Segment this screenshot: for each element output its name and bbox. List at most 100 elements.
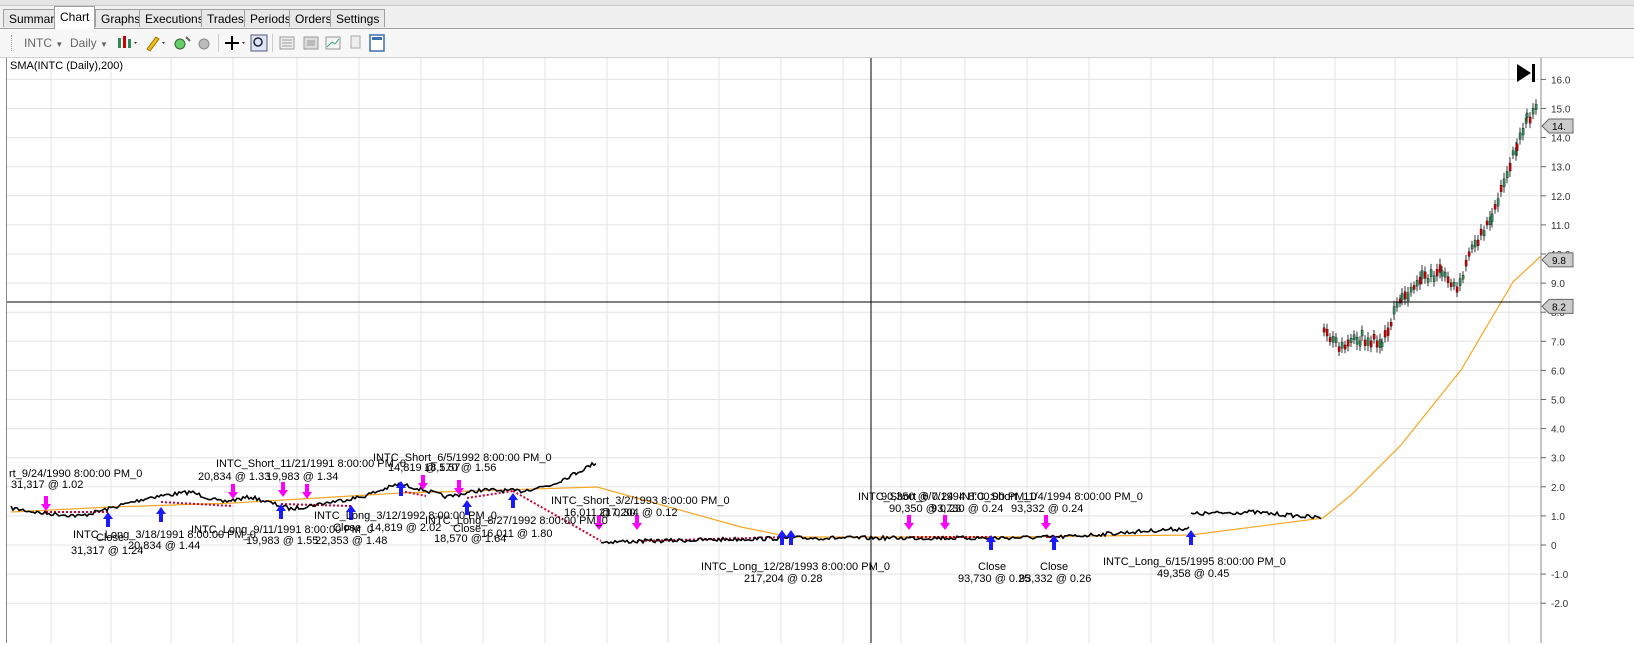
sell-arrow-icon[interactable] [302, 484, 312, 499]
buy-arrow-icon[interactable] [1186, 530, 1196, 545]
candle [1358, 340, 1362, 347]
candle [1521, 127, 1525, 136]
price-chart[interactable]: SMA(INTC (Daily),200) rt_9/24/1990 8:00:… [7, 58, 1634, 643]
candle [1435, 269, 1439, 277]
chart-toolbar: INTC ▼ Daily ▼ [0, 29, 1634, 58]
sell-arrow-icon[interactable] [940, 515, 950, 530]
window-top-strip [0, 0, 1634, 6]
candle [1467, 251, 1471, 257]
trade-annotation: 22,353 @ 1.48 [315, 535, 387, 547]
candle [1349, 337, 1353, 343]
candle [1452, 282, 1456, 287]
chart-panel[interactable]: SMA(INTC (Daily),200) rt_9/24/1990 8:00:… [6, 58, 1634, 643]
candle [1389, 322, 1393, 327]
tab-trades[interactable]: Trades [201, 9, 250, 27]
chart-style-icon[interactable] [116, 34, 140, 52]
candle [1482, 230, 1486, 237]
data-box-icon[interactable] [368, 34, 386, 52]
y-tick-label: 7.0 [1551, 337, 1565, 348]
y-tick-label: 0 [1551, 541, 1557, 552]
pencil-icon[interactable] [144, 34, 168, 52]
chart-grid [7, 58, 1541, 643]
candle [1476, 239, 1480, 246]
candle [1423, 271, 1427, 279]
candle [1395, 301, 1399, 308]
chart-trader-icon[interactable] [324, 34, 342, 52]
trade-annotation: INTC_Long_12/28/1993 8:00:00 PM_0 [701, 561, 890, 573]
y-tick-label: 1.0 [1551, 512, 1565, 523]
y-tick-label: 15.0 [1551, 105, 1571, 116]
buy-arrow-icon[interactable] [508, 493, 518, 508]
sell-arrow-icon[interactable] [228, 484, 238, 499]
candle [1380, 342, 1384, 347]
trade-line [400, 490, 427, 497]
candle [1412, 285, 1416, 290]
candle [1505, 171, 1509, 179]
tab-settings[interactable]: Settings [330, 9, 386, 27]
sell-arrow-icon[interactable] [454, 480, 464, 495]
instrument-selector[interactable]: INTC ▼ [24, 29, 63, 57]
price-axis: 16.015.014.013.012.011.010.09.08.07.06.0… [1540, 58, 1634, 643]
toolbar-separator [272, 34, 273, 52]
candle [1409, 286, 1413, 293]
candle [1340, 342, 1344, 349]
crosshair-icon[interactable] [224, 34, 248, 52]
trade-annotation: 93,332 @ 0.26 [1019, 573, 1091, 585]
candle [1518, 132, 1522, 140]
copy-icon[interactable] [346, 34, 364, 52]
toolbar-separator [218, 34, 219, 52]
sma-line [10, 255, 1542, 538]
y-tick-label: 2.0 [1551, 483, 1565, 494]
candle [1400, 293, 1404, 301]
templates-icon[interactable] [302, 34, 320, 52]
y-tick-label: -1.0 [1551, 570, 1569, 581]
candle [1499, 185, 1503, 192]
tab-executions[interactable]: Executions [139, 9, 210, 27]
candle [1328, 337, 1332, 342]
candle [1346, 339, 1350, 347]
candle [1420, 270, 1424, 279]
period-selector[interactable]: Daily ▼ [70, 29, 108, 57]
candle [1355, 336, 1359, 345]
trade-annotation: Close [1040, 561, 1068, 573]
trade-annotation: 217,204 @ 0.12 [599, 507, 677, 519]
sell-arrow-icon[interactable] [418, 475, 428, 490]
trade-annotation: 20,834 @ 1.44 [128, 540, 200, 552]
sell-arrow-icon[interactable] [41, 496, 51, 511]
properties-icon[interactable] [278, 34, 296, 52]
candle [1406, 292, 1410, 301]
trade-annotation: 19,983 @ 1.55 [246, 535, 318, 547]
candle [1470, 244, 1474, 250]
candle [1366, 337, 1370, 346]
toolbar-grip [11, 35, 14, 51]
candle [1322, 327, 1326, 333]
candle [1375, 340, 1379, 348]
candle [1473, 240, 1477, 248]
candle [1392, 306, 1396, 315]
sell-arrow-icon[interactable] [904, 515, 914, 530]
candle [1534, 103, 1538, 110]
add-indicator-icon[interactable] [172, 34, 196, 52]
candle [1372, 334, 1376, 340]
chevron-down-icon: ▼ [100, 40, 108, 49]
trade-annotation: INTC_Long_6/15/1995 8:00:00 PM_0 [1103, 556, 1286, 568]
candle [1490, 213, 1494, 222]
remove-indicator-icon[interactable] [196, 34, 214, 52]
candle [1458, 278, 1462, 286]
tab-chart[interactable]: Chart [54, 6, 96, 29]
buy-arrow-icon[interactable] [156, 507, 166, 522]
price-marker-label: 9.8 [1552, 256, 1566, 267]
zoom-icon[interactable] [250, 34, 268, 52]
candle [1493, 204, 1497, 210]
candle [1415, 280, 1419, 287]
sell-arrow-icon[interactable] [1041, 515, 1051, 530]
indicator-label: SMA(INTC (Daily),200) [10, 60, 123, 72]
candle [1363, 339, 1367, 346]
candle [1502, 178, 1506, 187]
trade-annotation: INTC_Short_11/4/1994 8:00:00 PM_0 [959, 491, 1143, 503]
y-tick-label: -2.0 [1551, 599, 1569, 610]
candle [1403, 291, 1407, 300]
sell-arrow-icon[interactable] [278, 482, 288, 497]
price-marker-label: 14. [1552, 122, 1566, 133]
trade-annotation: Close [978, 561, 1006, 573]
